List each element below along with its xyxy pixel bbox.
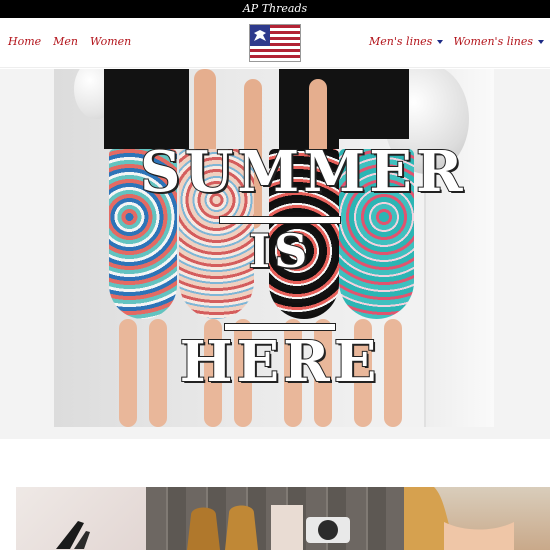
site-title-bar: AP Threads: [0, 0, 550, 18]
nav-right-dropdowns: Men's lines Women's lines: [369, 35, 544, 48]
hero-line-2: IS: [248, 223, 312, 279]
hero-line-3: HERE: [179, 328, 381, 396]
womens-lines-dropdown[interactable]: Women's lines: [453, 35, 544, 48]
leg: [119, 319, 137, 427]
shoe-icon: [56, 521, 90, 549]
site-title: AP Threads: [242, 2, 308, 15]
caret-down-icon: [437, 39, 444, 44]
flatlay-icon: [187, 505, 350, 550]
caret-down-icon: [538, 39, 544, 44]
hero-banner: SUMMER IS HERE: [0, 69, 550, 439]
nav-link-women[interactable]: Women: [90, 35, 131, 48]
gallery-image-portrait[interactable]: [404, 487, 550, 550]
top: [104, 69, 189, 149]
american-flag-eagle-icon: [250, 25, 300, 61]
womens-lines-label: Women's lines: [453, 35, 533, 48]
top: [339, 69, 409, 139]
mens-lines-label: Men's lines: [369, 35, 433, 48]
portrait-icon: [404, 487, 514, 550]
mens-lines-dropdown[interactable]: Men's lines: [369, 35, 444, 48]
nav-left-links: Home Men Women: [8, 35, 131, 48]
flag-logo[interactable]: [249, 24, 301, 62]
gallery-image-flatlay[interactable]: [146, 487, 404, 550]
image-gallery-strip: [16, 487, 550, 550]
brush-stroke: [220, 217, 340, 223]
nav-link-home[interactable]: Home: [8, 35, 41, 48]
nav-link-men[interactable]: Men: [53, 35, 78, 48]
gallery-image-shoes[interactable]: [16, 487, 146, 550]
hero-line-1: SUMMER: [139, 138, 467, 206]
